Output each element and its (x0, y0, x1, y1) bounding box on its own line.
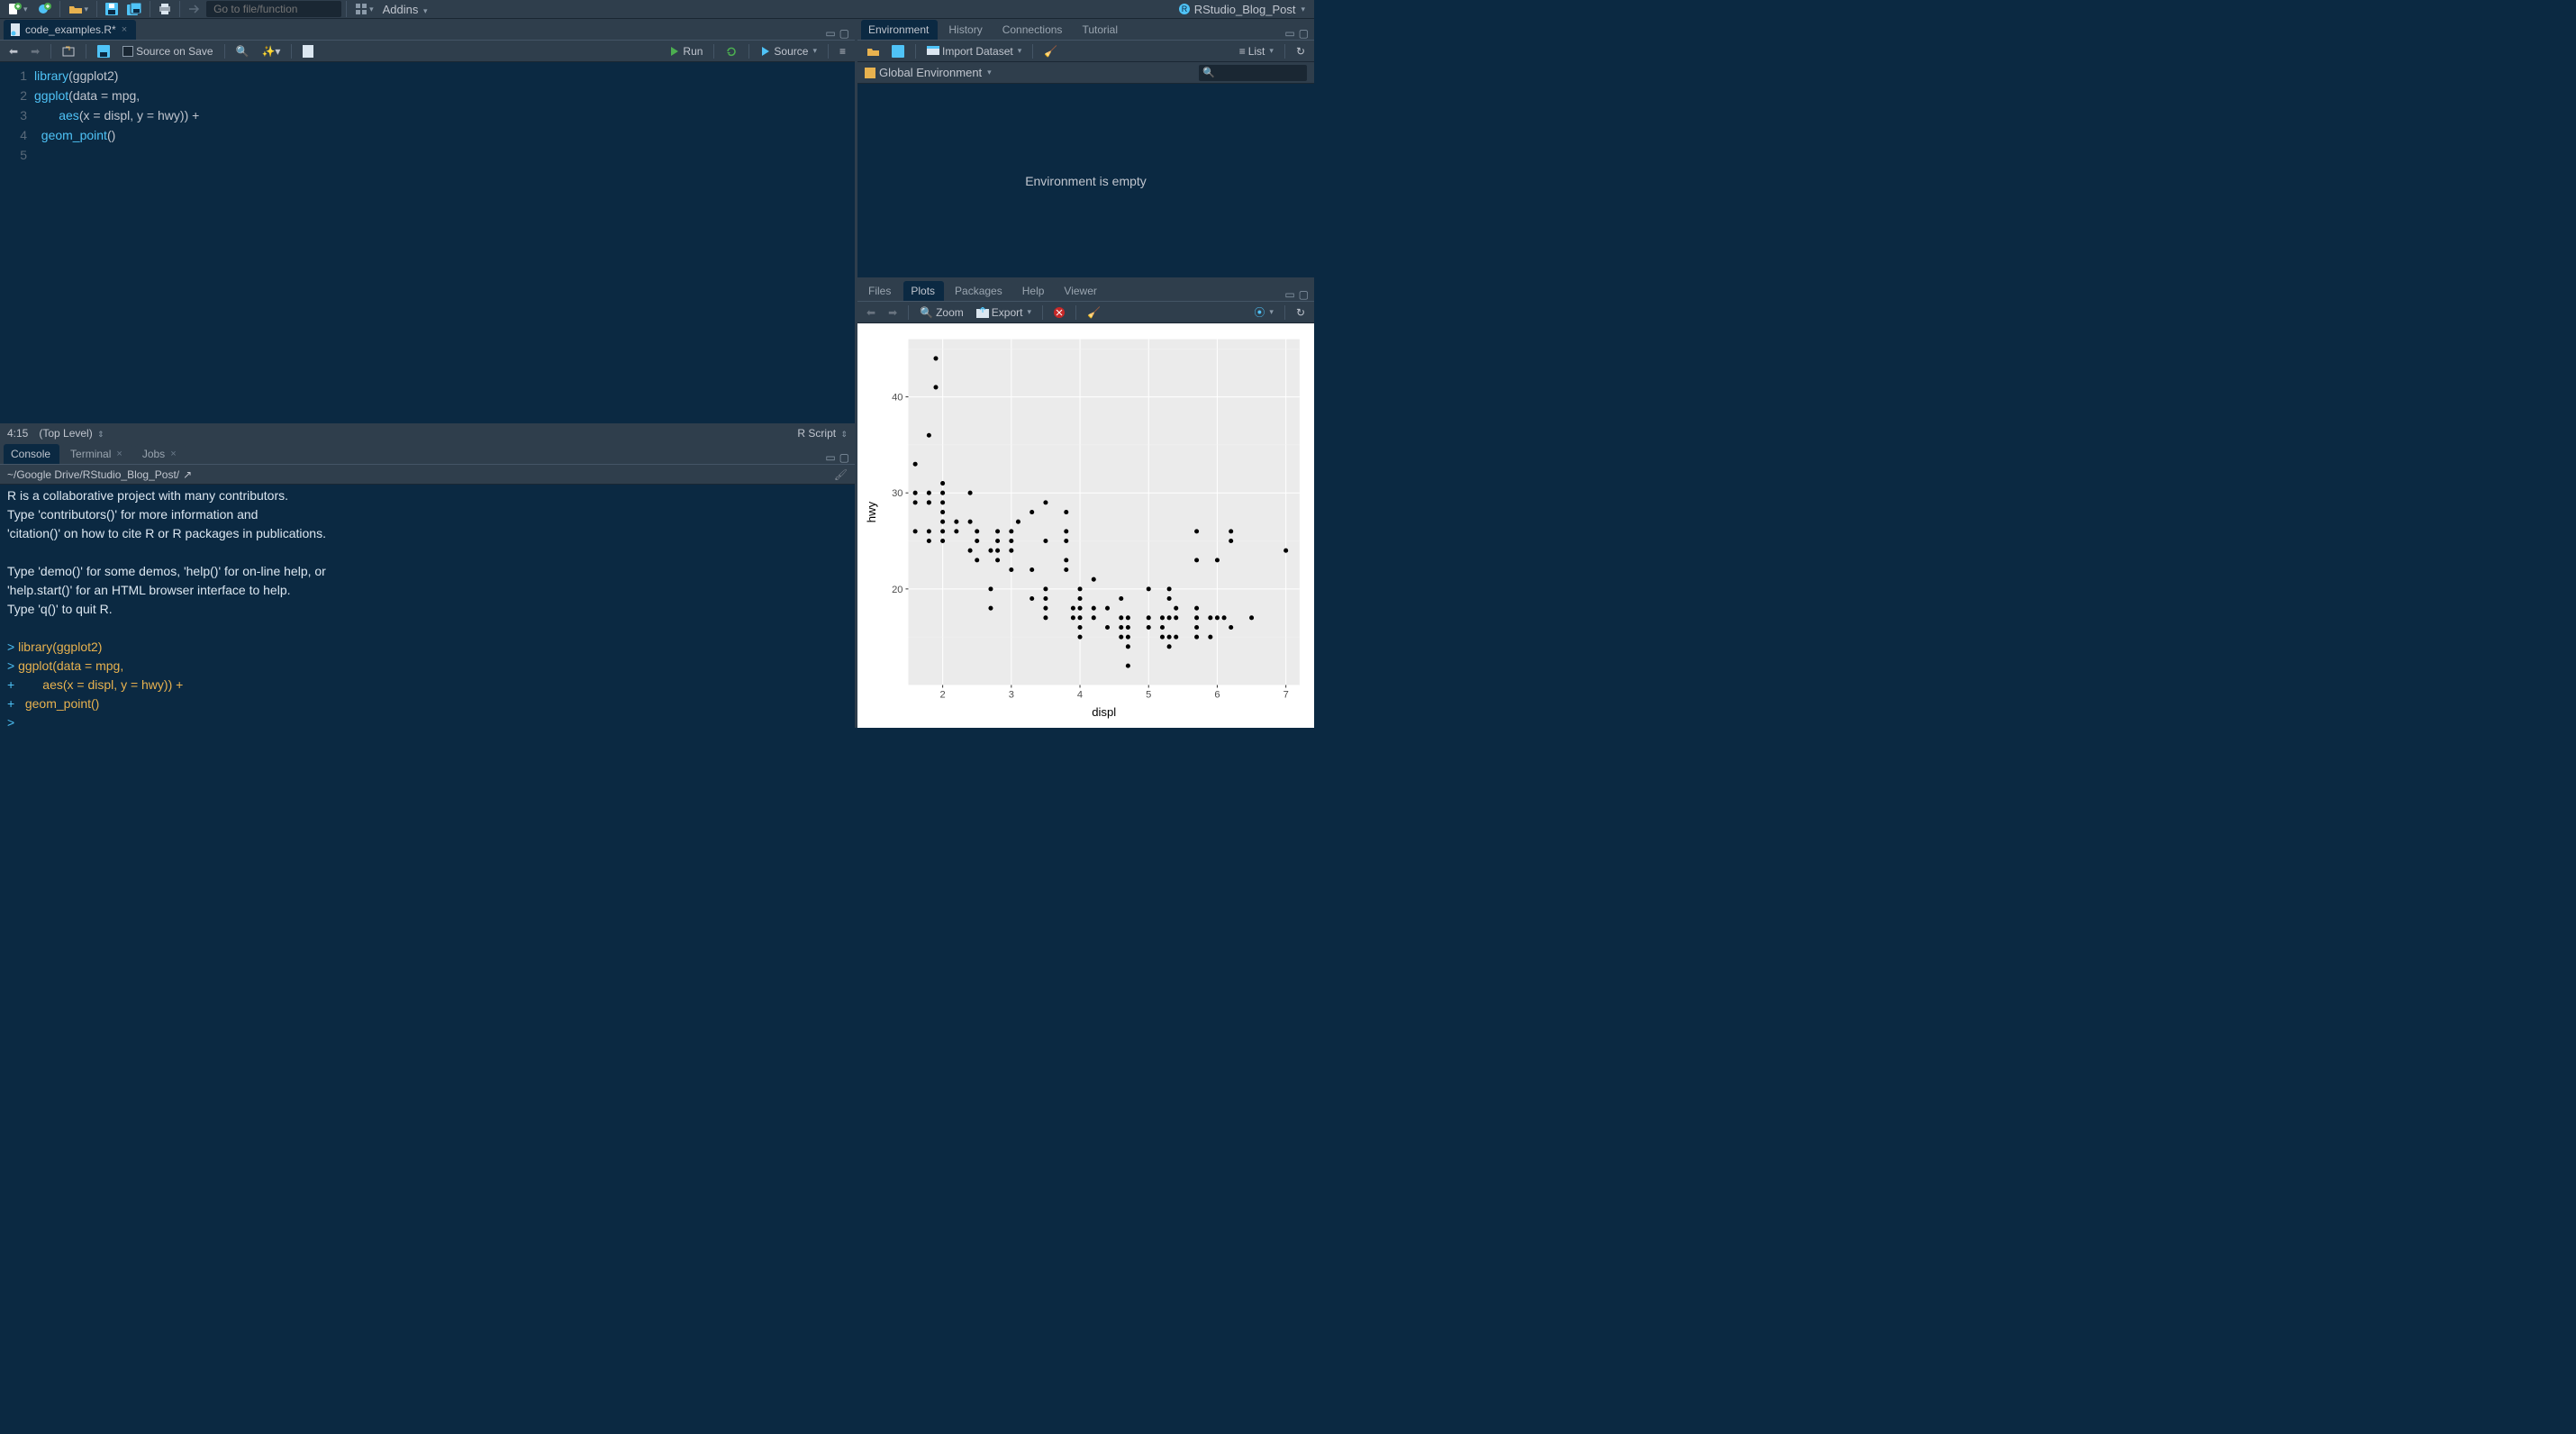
goto-file-input[interactable] (206, 1, 341, 17)
plot-area: 2 3 4 5 6 7 20 30 40 displ hwy (857, 323, 1314, 728)
grid-button[interactable]: ▾ (351, 0, 377, 18)
env-empty-label: Environment is empty (1025, 174, 1147, 188)
maximize-pane-icon[interactable]: ▢ (839, 27, 849, 40)
console-path-label: ~/Google Drive/RStudio_Blog_Post/ (7, 468, 179, 481)
tab-files[interactable]: Files (861, 281, 900, 301)
env-toolbar: Import Dataset ▾ 🧹 ≡ List ▾ ↻ (857, 41, 1314, 62)
show-in-new-window-button[interactable] (59, 46, 78, 57)
back-button[interactable]: ⬅ (5, 45, 22, 58)
plots-toolbar: ⬅ ➡ 🔍 Zoom Export ▾ 🧹 ⦿ ▾ ↻ (857, 302, 1314, 323)
clear-console-icon[interactable]: 🖌 (834, 468, 848, 481)
plots-tabbar: FilesPlotsPackagesHelpViewer ▭ ▢ (857, 280, 1314, 302)
tab-terminal[interactable]: Terminal× (63, 444, 132, 464)
next-plot-button[interactable]: ➡ (884, 306, 901, 319)
find-button[interactable]: 🔍 (232, 45, 253, 58)
editor-toolbar: ⬅ ➡ Source on Save 🔍 ✨▾ Run (0, 41, 855, 62)
project-name-label: RStudio_Blog_Post (1194, 3, 1296, 16)
rscript-icon (11, 23, 22, 36)
search-icon: 🔍 (1202, 67, 1215, 78)
svg-text:40: 40 (892, 393, 903, 404)
console-pathbar: ~/Google Drive/RStudio_Blog_Post/ ↗ 🖌 (0, 465, 855, 485)
publish-button[interactable]: ⦿ ▾ (1250, 304, 1277, 320)
tab-history[interactable]: History (941, 20, 991, 40)
env-tabbar: EnvironmentHistoryConnectionsTutorial ▭ … (857, 19, 1314, 41)
minimize-pane-icon[interactable]: ▭ (1284, 288, 1294, 301)
save-file-button[interactable] (94, 45, 113, 58)
open-file-button[interactable]: ▾ (65, 0, 93, 18)
goto-button[interactable] (185, 0, 204, 18)
maximize-pane-icon[interactable]: ▢ (1299, 27, 1309, 40)
clear-plots-button[interactable]: 🧹 (1084, 306, 1104, 319)
env-body: Environment is empty (857, 84, 1314, 277)
scope-selector[interactable]: (Top Level) ⇕ (39, 427, 104, 440)
tab-tutorial[interactable]: Tutorial (1075, 20, 1127, 40)
svg-text:hwy: hwy (865, 501, 878, 522)
maximize-pane-icon[interactable]: ▢ (839, 451, 849, 464)
svg-text:3: 3 (1009, 690, 1014, 701)
new-file-button[interactable]: ▾ (4, 0, 32, 18)
outline-button[interactable]: ≡ (836, 45, 849, 58)
svg-text:4: 4 (1077, 690, 1083, 701)
forward-button[interactable]: ➡ (27, 45, 43, 58)
svg-text:5: 5 (1146, 690, 1151, 701)
minimize-pane-icon[interactable]: ▭ (1284, 27, 1294, 40)
import-dataset-button[interactable]: Import Dataset ▾ (923, 45, 1025, 58)
prev-plot-button[interactable]: ⬅ (863, 306, 879, 319)
refresh-plot-button[interactable]: ↻ (1293, 306, 1309, 319)
editor-tab[interactable]: code_examples.R* × (4, 20, 136, 40)
env-scope-selector[interactable]: Global Environment ▾ (865, 66, 992, 79)
source-button[interactable]: Source ▾ (757, 45, 821, 58)
code-editor[interactable]: 12345 library(ggplot2)ggplot(data = mpg,… (0, 62, 855, 423)
editor-tabbar: code_examples.R* × ▭ ▢ (0, 19, 855, 41)
filetype-selector[interactable]: R Script ⇕ (797, 427, 848, 440)
save-all-button[interactable] (123, 0, 145, 18)
cursor-position: 4:15 (7, 427, 28, 440)
notebook-button[interactable] (299, 45, 317, 58)
zoom-button[interactable]: 🔍 Zoom (916, 306, 967, 319)
svg-text:displ: displ (1092, 705, 1116, 719)
load-workspace-button[interactable] (863, 46, 883, 57)
save-button[interactable] (102, 0, 122, 18)
maximize-pane-icon[interactable]: ▢ (1299, 288, 1309, 301)
open-folder-icon[interactable]: ↗ (183, 468, 192, 481)
svg-text:20: 20 (892, 585, 903, 595)
project-selector[interactable]: R RStudio_Blog_Post ▾ (1178, 3, 1311, 16)
view-mode-button[interactable]: ≡ List ▾ (1236, 45, 1277, 58)
close-tab-icon[interactable]: × (122, 24, 127, 35)
export-button[interactable]: Export ▾ (973, 306, 1035, 319)
save-workspace-button[interactable] (888, 45, 908, 58)
env-scopebar: Global Environment ▾ 🔍 (857, 62, 1314, 84)
minimize-pane-icon[interactable]: ▭ (825, 27, 835, 40)
print-button[interactable] (155, 0, 175, 18)
source-on-save-checkbox[interactable]: Source on Save (119, 45, 216, 58)
refresh-env-button[interactable]: ↻ (1293, 45, 1309, 58)
remove-plot-button[interactable] (1050, 307, 1068, 318)
wand-button[interactable]: ✨▾ (258, 45, 284, 58)
addins-menu[interactable]: Addins ▾ (379, 3, 431, 16)
tab-jobs[interactable]: Jobs× (135, 444, 186, 464)
svg-text:30: 30 (892, 488, 903, 499)
tab-console[interactable]: Console (4, 444, 59, 464)
console[interactable]: R is a collaborative project with many c… (0, 485, 855, 728)
svg-text:R: R (1181, 5, 1187, 14)
new-project-button[interactable] (33, 0, 55, 18)
console-tabbar: ConsoleTerminal×Jobs× ▭ ▢ (0, 443, 855, 465)
tab-environment[interactable]: Environment (861, 20, 938, 40)
tab-packages[interactable]: Packages (948, 281, 1011, 301)
svg-text:2: 2 (940, 690, 946, 701)
tab-connections[interactable]: Connections (995, 20, 1072, 40)
minimize-pane-icon[interactable]: ▭ (825, 451, 835, 464)
editor-tab-label: code_examples.R* (25, 23, 116, 36)
tab-help[interactable]: Help (1015, 281, 1054, 301)
tab-plots[interactable]: Plots (903, 281, 944, 301)
env-search-input[interactable] (1199, 65, 1307, 81)
clear-env-button[interactable]: 🧹 (1040, 45, 1061, 58)
svg-text:7: 7 (1283, 690, 1289, 701)
tab-viewer[interactable]: Viewer (1057, 281, 1105, 301)
editor-statusbar: 4:15 (Top Level) ⇕ R Script ⇕ (0, 423, 855, 443)
run-button[interactable]: Run (666, 45, 706, 58)
rerun-button[interactable] (721, 46, 741, 57)
svg-text:6: 6 (1214, 690, 1220, 701)
main-toolbar: ▾ ▾ ▾ Addins ▾ R RStudio_Blog_Post ▾ (0, 0, 1314, 19)
